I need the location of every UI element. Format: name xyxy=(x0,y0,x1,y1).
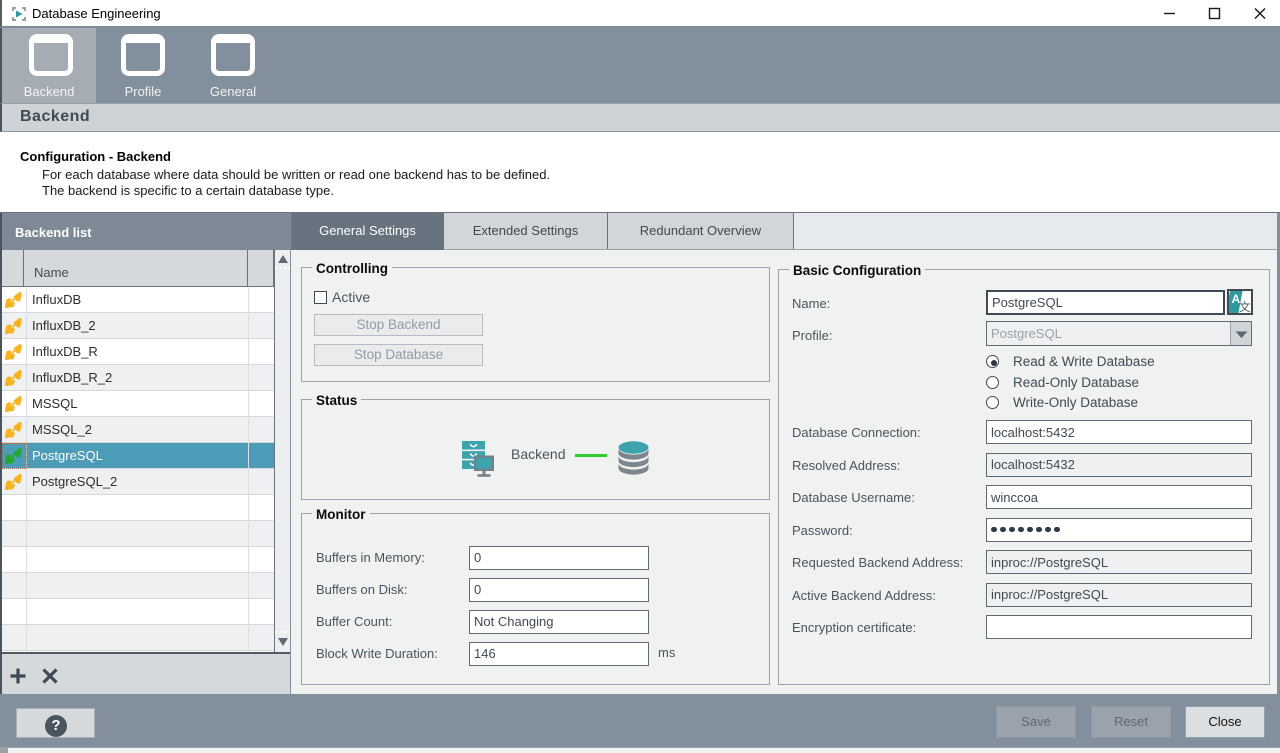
svg-text:文: 文 xyxy=(1239,300,1251,313)
